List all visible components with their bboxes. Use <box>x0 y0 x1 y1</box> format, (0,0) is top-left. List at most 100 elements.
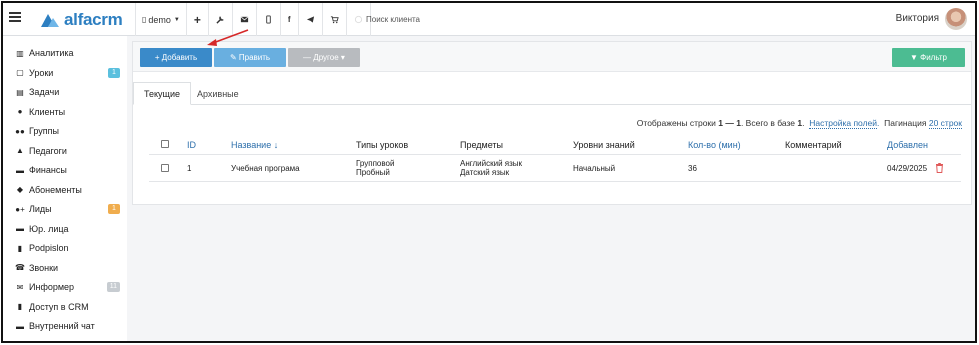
cell-level: Начальный <box>573 164 616 173</box>
sidebar-item-3[interactable]: ● Клиенты <box>14 104 122 120</box>
cell-subject-1: Английский язык <box>460 159 523 168</box>
sidebar-item-label: Внутренний чат <box>29 321 95 331</box>
sidebar-item-label: Задачи <box>29 87 60 97</box>
money-icon: ▬ <box>16 165 24 175</box>
sidebar-item-label: Финансы <box>29 165 67 175</box>
sidebar-item-8[interactable]: ●+ Лиды 1 <box>14 201 122 217</box>
sidebar-item-5[interactable]: ▲ Педагоги <box>14 143 122 159</box>
avatar[interactable] <box>945 8 967 30</box>
client-search-input[interactable]: Поиск клиента <box>366 15 420 24</box>
file-icon: ▮ <box>17 243 23 253</box>
pagination-label: Пагинация <box>884 118 927 128</box>
sidebar: ▥ Аналитика ▢ Уроки 1 ▤ Задачи ● Клиенты ●● Группы… <box>3 36 127 341</box>
info-prefix: Отображены строки <box>636 118 719 128</box>
count-badge: 1 <box>108 67 120 78</box>
sidebar-item-label: Абонементы <box>29 184 82 195</box>
sidebar-item-label: Информер <box>29 282 75 292</box>
sidebar-item-13[interactable]: ▮ Доступ в CRM <box>14 299 122 315</box>
cell-lesson-type-2: Пробный <box>356 168 390 177</box>
column-header-id[interactable]: ID <box>187 140 196 150</box>
count-badge: 1 <box>108 204 120 214</box>
graduation-cap-icon: ▲ <box>16 146 24 155</box>
calendar-icon: ▢ <box>16 68 24 77</box>
chat-icon: ▬ <box>16 321 24 331</box>
branch-selector[interactable]: ▯ demo ▼ <box>135 3 186 36</box>
tab-archive[interactable]: Архивные <box>187 82 249 105</box>
sidebar-item-label: Группы <box>29 126 59 136</box>
filter-button[interactable]: ▼ Фильтр <box>892 48 965 67</box>
column-header-duration[interactable]: Кол-во (мин) <box>688 140 741 150</box>
building-icon: ▯ <box>142 15 147 24</box>
sidebar-item-label: Звонки <box>29 262 59 273</box>
logo[interactable]: alfacrm <box>39 10 123 30</box>
sidebar-item-label: Доступ в CRM <box>29 301 89 312</box>
column-header-lesson-types: Типы уроков <box>356 140 409 150</box>
count-badge: 11 <box>106 282 120 292</box>
tag-icon: ◆ <box>16 185 24 194</box>
info-after-total: . <box>802 118 805 128</box>
sidebar-item-7[interactable]: ◆ Абонементы <box>14 182 122 198</box>
group-icon: ●● <box>15 126 25 136</box>
add-button[interactable]: + Добавить <box>140 48 212 67</box>
main-panel: + Добавить ✎ Править — Другое ▾ ▼ Фильтр… <box>132 41 972 205</box>
logo-mark-icon <box>41 14 59 27</box>
info-range: 1 — 1 <box>718 118 741 128</box>
sidebar-item-6[interactable]: ▬ Финансы <box>14 162 122 178</box>
sidebar-item-0[interactable]: ▥ Аналитика <box>14 45 122 61</box>
table-info: Отображены строки 1 — 1. Всего в базе 1.… <box>636 118 962 129</box>
info-middle: . Всего в базе <box>740 118 798 128</box>
logo-text: alfacrm <box>64 10 123 29</box>
cell-id: 1 <box>187 164 192 173</box>
cell-lesson-type-1: Групповой <box>356 159 395 168</box>
app-window: alfacrm ▯ demo ▼ + f Поиск клиента Викто… <box>1 1 977 343</box>
user-icon: ● <box>17 107 23 116</box>
branch-name: demo <box>148 14 171 25</box>
cell-duration: 36 <box>688 164 697 173</box>
sidebar-item-label: Педагоги <box>29 145 67 156</box>
sidebar-item-label: Аналитика <box>29 48 74 58</box>
lock-icon: ▮ <box>17 302 23 311</box>
sidebar-item-1[interactable]: ▢ Уроки 1 <box>14 65 122 81</box>
top-bar: alfacrm ▯ demo ▼ + f Поиск клиента Викто… <box>3 3 975 36</box>
cell-added: 04/29/2025 <box>887 164 928 173</box>
annotation-arrow <box>207 29 249 46</box>
column-header-levels: Уровни знаний <box>573 140 635 150</box>
user-name[interactable]: Виктория <box>896 13 939 24</box>
briefcase-icon: ▬ <box>16 224 24 233</box>
cell-subject-2: Датский язык <box>460 168 510 177</box>
column-header-comment: Комментарий <box>785 140 842 150</box>
sidebar-item-label: Клиенты <box>29 106 66 117</box>
cart-icon[interactable] <box>321 3 346 36</box>
hamburger-menu-icon[interactable] <box>9 12 21 22</box>
sidebar-item-11[interactable]: ☎ Звонки <box>14 260 122 276</box>
column-header-name[interactable]: Название ↓ <box>231 140 278 150</box>
cell-name: Учебная програма <box>231 164 300 173</box>
sidebar-item-label: Уроки <box>29 67 54 78</box>
row-checkbox[interactable] <box>161 164 169 172</box>
field-settings-link[interactable]: Настройка полей <box>809 118 878 129</box>
pagination-link[interactable]: 20 строк <box>928 118 962 129</box>
telegram-icon[interactable] <box>297 3 322 36</box>
other-actions-button[interactable]: — Другое ▾ <box>288 48 360 67</box>
tab-current[interactable]: Текущие <box>133 82 191 105</box>
analytics-icon: ▥ <box>16 48 24 58</box>
sidebar-item-label: Юр. лица <box>29 223 69 234</box>
sidebar-item-9[interactable]: ▬ Юр. лица <box>14 221 122 237</box>
table-row[interactable]: 1 Учебная програма Групповой Пробный Анг… <box>149 156 961 182</box>
caret-down-icon: ▼ <box>173 16 180 23</box>
column-header-added[interactable]: Добавлен <box>887 140 928 150</box>
delete-icon[interactable] <box>935 163 944 173</box>
envelope-icon: ✉ <box>16 282 24 292</box>
add-user-icon: ●+ <box>15 204 25 214</box>
select-all-checkbox[interactable] <box>161 140 169 148</box>
sidebar-item-label: Лиды <box>29 204 52 214</box>
sidebar-item-10[interactable]: ▮ Podpislon <box>14 240 122 256</box>
sidebar-item-2[interactable]: ▤ Задачи <box>14 84 122 100</box>
sidebar-item-12[interactable]: ✉ Информер 11 <box>14 279 122 295</box>
table-header: ID Название ↓ Типы уроков Предметы Уровн… <box>149 135 961 155</box>
tasks-icon: ▤ <box>16 87 24 97</box>
sidebar-item-14[interactable]: ▬ Внутренний чат <box>14 318 122 334</box>
phone-icon: ☎ <box>15 263 25 272</box>
sidebar-item-4[interactable]: ●● Группы <box>14 123 122 139</box>
tab-bar: Текущие Архивные <box>133 82 971 105</box>
